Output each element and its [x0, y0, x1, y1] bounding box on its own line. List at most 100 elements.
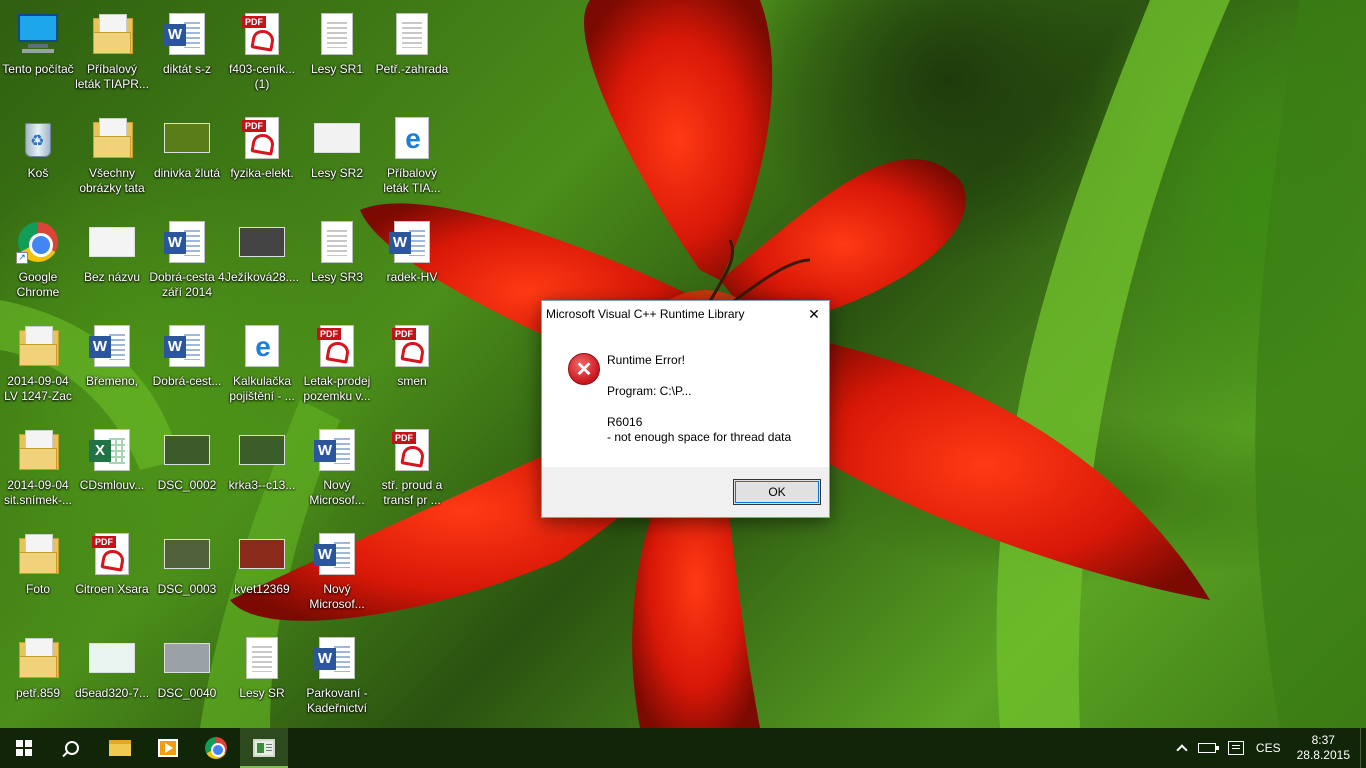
desktop-icon-label: Dobrá-cesta 4 září 2014: [149, 270, 225, 299]
desktop-icon-label: petř.859: [15, 686, 61, 700]
desktop-icon-label: 2014-09-04 sit.snímek-...: [3, 478, 72, 507]
chevron-up-icon: [1176, 744, 1188, 756]
desktop-icon[interactable]: W Parkovaní - Kadeřnictví: [299, 630, 375, 730]
desktop-icon[interactable]: dinivka žlutá: [149, 110, 225, 210]
desktop-icon[interactable]: Wdiktát s-z: [149, 6, 225, 106]
folder-icon: [14, 530, 62, 578]
taskbar-file-explorer[interactable]: [96, 728, 144, 768]
desktop-icon[interactable]: PDF fyzika-elekt.: [224, 110, 300, 210]
message-error-description: - not enough space for thread data: [607, 430, 792, 444]
desktop-icon-label: Google Chrome: [16, 270, 60, 299]
close-icon[interactable]: ✕: [799, 301, 829, 327]
word-document-icon: W: [313, 530, 361, 578]
folder-icon: [14, 322, 62, 370]
pdf-document-icon: PDF: [88, 530, 136, 578]
desktop-icon[interactable]: PDF smen: [374, 318, 450, 418]
image-icon: [88, 634, 136, 682]
desktop-icon-label: Kalkulačka pojištění - ...: [229, 374, 295, 403]
desktop-icon[interactable]: W Břemeno,: [74, 318, 150, 418]
desktop-icon[interactable]: DSC_0040: [149, 630, 225, 730]
desktop-icon-label: Nový Microsof...: [309, 582, 365, 611]
desktop-icon-label: Koš: [27, 166, 49, 180]
start-button[interactable]: [0, 728, 48, 768]
desktop-icon-label: Příbalový leták TIAPR...: [75, 62, 149, 91]
windows-logo-icon: [16, 740, 32, 756]
desktop-icon-label: CDsmlouv...: [79, 478, 145, 492]
desktop-icon[interactable]: e Kalkulačka pojištění - ...: [224, 318, 300, 418]
image-icon: [163, 634, 211, 682]
desktop-icon[interactable]: Lesy SR: [224, 630, 300, 730]
desktop-icon-label: d5ead320-7...: [74, 686, 150, 700]
input-language-button[interactable]: CES: [1250, 728, 1287, 768]
image-icon: [238, 218, 286, 266]
desktop-icon[interactable]: W Dobrá-cest...: [149, 318, 225, 418]
desktop-icon[interactable]: Wradek-HV: [374, 214, 450, 314]
desktop-icon[interactable]: DSC_0003: [149, 526, 225, 626]
folder-icon: [109, 740, 131, 756]
desktop-icon[interactable]: krka3--c13...: [224, 422, 300, 522]
desktop-icon[interactable]: Ježíková28....: [224, 214, 300, 314]
desktop-icon[interactable]: kvet12369: [224, 526, 300, 626]
search-button[interactable]: [48, 728, 96, 768]
desktop-icon[interactable]: Bez názvu: [74, 214, 150, 314]
ok-button[interactable]: OK: [733, 479, 821, 505]
desktop-icon[interactable]: d5ead320-7...: [74, 630, 150, 730]
pdf-document-icon: PDF: [313, 322, 361, 370]
image-icon: [163, 530, 211, 578]
notification-icon: [1227, 741, 1244, 755]
show-desktop-button[interactable]: [1360, 728, 1366, 768]
image-icon: [238, 426, 286, 474]
taskbar-media-player[interactable]: [144, 728, 192, 768]
pdf-document-icon: PDF: [238, 114, 286, 162]
desktop-icon-label: radek-HV: [386, 270, 438, 284]
shortcut-arrow-icon: ↗: [16, 252, 28, 264]
dialog-titlebar[interactable]: Microsoft Visual C++ Runtime Library ✕: [542, 301, 829, 327]
desktop-icon[interactable]: e Příbalový leták TIA...: [374, 110, 450, 210]
image-icon: [88, 218, 136, 266]
desktop-icon[interactable]: petř.859: [0, 630, 76, 730]
desktop-icon[interactable]: X CDsmlouv...: [74, 422, 150, 522]
desktop-icon[interactable]: PDF stř. proud a transf pr ...: [374, 422, 450, 522]
dialog-footer: OK: [542, 467, 829, 517]
show-hidden-icons-button[interactable]: [1172, 728, 1192, 768]
desktop-icon-label: Lesy SR: [239, 686, 285, 700]
desktop-icon[interactable]: Lesy SR2: [299, 110, 375, 210]
word-document-icon: W: [88, 322, 136, 370]
desktop-icon[interactable]: ↗ Google Chrome: [0, 214, 76, 314]
desktop-icon-label: Petř.-zahrada: [375, 62, 449, 76]
word-document-icon: W: [313, 634, 361, 682]
desktop-icon[interactable]: W Nový Microsof...: [299, 526, 375, 626]
taskbar-chrome[interactable]: [192, 728, 240, 768]
desktop-icon[interactable]: Tento počítač: [0, 6, 76, 106]
action-center-button[interactable]: [1222, 728, 1250, 768]
desktop-icon[interactable]: PDF Letak-prodej pozemku v...: [299, 318, 375, 418]
desktop-icon[interactable]: PDF f403-ceník... (1): [224, 6, 300, 106]
clock[interactable]: 8:37 28.8.2015: [1287, 728, 1360, 768]
battery-button[interactable]: [1192, 728, 1222, 768]
dialog-message: Runtime Error! Program: C:\P... R6016 - …: [607, 353, 791, 445]
desktop-icon-label: Tento počítač: [2, 62, 74, 76]
desktop-icon[interactable]: Lesy SR1: [299, 6, 375, 106]
taskbar-active-app[interactable]: [240, 728, 288, 768]
desktop-icon[interactable]: ♻ Koš: [0, 110, 76, 210]
desktop-icon-label: smen: [397, 374, 427, 388]
desktop-icon[interactable]: 2014-09-04 LV 1247-Zac: [0, 318, 76, 418]
desktop-icon[interactable]: PDF Citroen Xsara: [74, 526, 150, 626]
image-icon: [163, 426, 211, 474]
desktop-icon[interactable]: Všechny obrázky tata: [74, 110, 150, 210]
image-icon: [313, 114, 361, 162]
excel-document-icon: X: [88, 426, 136, 474]
desktop-icon-label: Příbalový leták TIA...: [383, 166, 441, 195]
word-document-icon: W: [163, 322, 211, 370]
desktop-icon[interactable]: Petř.-zahrada: [374, 6, 450, 106]
desktop-icon[interactable]: Příbalový leták TIAPR...: [74, 6, 150, 106]
desktop-icon[interactable]: Foto: [0, 526, 76, 626]
desktop-icon-label: kvet12369: [234, 582, 290, 596]
desktop-icon[interactable]: W Nový Microsof...: [299, 422, 375, 522]
desktop-icon-label: DSC_0040: [157, 686, 217, 700]
desktop-icon[interactable]: W Dobrá-cesta 4 září 2014: [149, 214, 225, 314]
desktop-icon-label: Letak-prodej pozemku v...: [303, 374, 371, 403]
desktop-icon[interactable]: 2014-09-04 sit.snímek-...: [0, 422, 76, 522]
desktop-icon[interactable]: Lesy SR3: [299, 214, 375, 314]
desktop-icon[interactable]: DSC_0002: [149, 422, 225, 522]
